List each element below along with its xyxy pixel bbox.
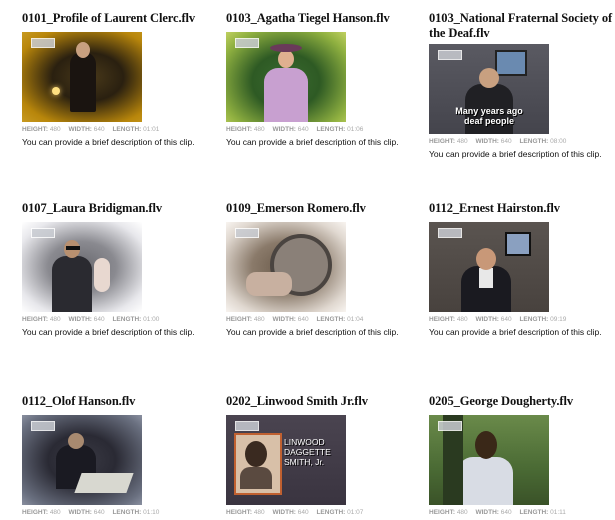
clip-item: 0202_Linwood Smith Jr.flv LINWOOD DAGGET… xyxy=(226,394,416,517)
clip-title[interactable]: 0205_George Dougherty.flv xyxy=(429,394,615,409)
clip-metadata: HEIGHT: 480 WIDTH: 640 LENGTH: 01:01 xyxy=(22,126,160,133)
clip-metadata: HEIGHT: 480 WIDTH: 640 LENGTH: 01:10 xyxy=(22,509,160,516)
clip-description: You can provide a brief description of t… xyxy=(226,327,399,337)
clip-item: 0101_Profile of Laurent Clerc.flv HEIGHT… xyxy=(22,11,212,148)
clip-item: 0205_George Dougherty.flv HEIGHT: 480 WI… xyxy=(429,394,615,517)
clip-metadata: HEIGHT: 480 WIDTH: 640 LENGTH: 01:07 xyxy=(226,509,364,516)
clip-title[interactable]: 0101_Profile of Laurent Clerc.flv xyxy=(22,11,212,26)
clip-description: You can provide a brief description of t… xyxy=(429,327,602,337)
clip-thumbnail[interactable] xyxy=(22,222,142,312)
clip-item: 0112_Ernest Hairston.flv HEIGHT: 480 WID… xyxy=(429,201,615,338)
clip-metadata: HEIGHT: 480 WIDTH: 640 LENGTH: 09:19 xyxy=(429,316,567,323)
clip-metadata: HEIGHT: 480 WIDTH: 640 LENGTH: 01:06 xyxy=(226,126,364,133)
clip-title[interactable]: 0202_Linwood Smith Jr.flv xyxy=(226,394,416,409)
clip-thumbnail[interactable] xyxy=(22,415,142,505)
clip-thumbnail[interactable] xyxy=(226,32,346,122)
clip-description: You can provide a brief description of t… xyxy=(22,327,195,337)
clip-metadata: HEIGHT: 480 WIDTH: 640 LENGTH: 01:04 xyxy=(226,316,364,323)
logo-icon xyxy=(235,38,259,48)
video-caption: LINWOOD DAGGETTE SMITH, Jr. xyxy=(284,437,331,467)
clip-title[interactable]: 0103_Agatha Tiegel Hanson.flv xyxy=(226,11,416,26)
logo-icon xyxy=(438,228,462,238)
clip-item: 0107_Laura Bridigman.flv HEIGHT: 480 WID… xyxy=(22,201,212,338)
clip-thumbnail[interactable] xyxy=(429,222,549,312)
clip-item: 0109_Emerson Romero.flv HEIGHT: 480 WIDT… xyxy=(226,201,416,338)
clip-title[interactable]: 0107_Laura Bridigman.flv xyxy=(22,201,212,216)
clip-thumbnail[interactable] xyxy=(429,415,549,505)
clip-title[interactable]: 0109_Emerson Romero.flv xyxy=(226,201,416,216)
video-caption: Many years ago deaf people xyxy=(455,106,523,126)
logo-icon xyxy=(438,50,462,60)
clip-thumbnail[interactable]: Many years ago deaf people xyxy=(429,44,549,134)
clip-item: 0103_National Fraternal Society of the D… xyxy=(429,11,615,160)
clip-item: 0112_Olof Hanson.flv HEIGHT: 480 WIDTH: … xyxy=(22,394,212,517)
logo-icon xyxy=(235,421,259,431)
clip-metadata: HEIGHT: 480 WIDTH: 640 LENGTH: 01:00 xyxy=(22,316,160,323)
clip-description: You can provide a brief description of t… xyxy=(22,137,195,147)
logo-icon xyxy=(31,38,55,48)
logo-icon xyxy=(438,421,462,431)
logo-icon xyxy=(235,228,259,238)
clip-item: 0103_Agatha Tiegel Hanson.flv HEIGHT: 48… xyxy=(226,11,416,148)
clip-thumbnail[interactable] xyxy=(226,222,346,312)
clip-description: You can provide a brief description of t… xyxy=(429,149,602,159)
clip-title[interactable]: 0112_Ernest Hairston.flv xyxy=(429,201,615,216)
clip-thumbnail[interactable]: LINWOOD DAGGETTE SMITH, Jr. xyxy=(226,415,346,505)
logo-icon xyxy=(31,228,55,238)
clip-description: You can provide a brief description of t… xyxy=(226,137,399,147)
clip-title[interactable]: 0112_Olof Hanson.flv xyxy=(22,394,212,409)
clip-thumbnail[interactable] xyxy=(22,32,142,122)
clip-metadata: HEIGHT: 480 WIDTH: 640 LENGTH: 01:11 xyxy=(429,509,566,516)
logo-icon xyxy=(31,421,55,431)
clip-metadata: HEIGHT: 480 WIDTH: 640 LENGTH: 08:00 xyxy=(429,138,567,145)
clip-title[interactable]: 0103_National Fraternal Society of the D… xyxy=(429,11,615,41)
